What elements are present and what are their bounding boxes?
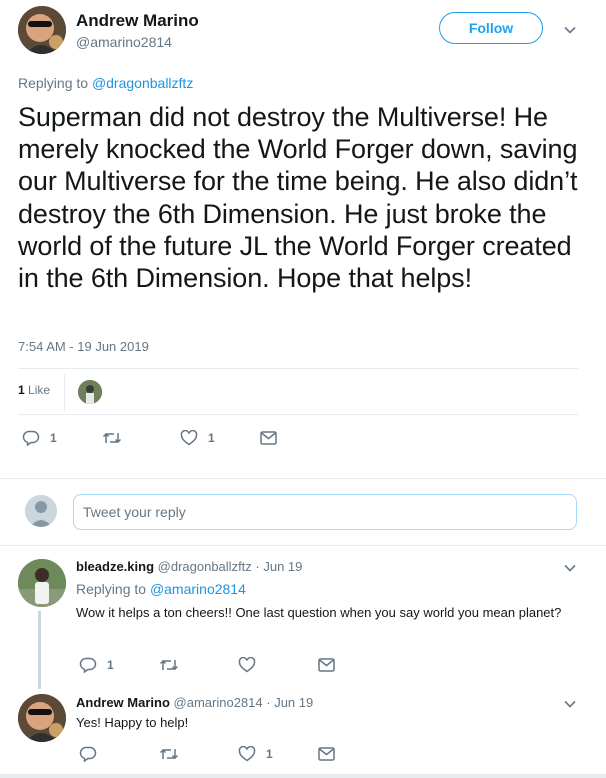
reply-text: Wow it helps a ton cheers!! One last que… bbox=[76, 605, 562, 620]
likes-stat[interactable]: 1 Like bbox=[18, 383, 50, 397]
reply-icon bbox=[79, 746, 97, 762]
reply-time[interactable]: · Jun 19 bbox=[255, 559, 302, 574]
retweet-icon bbox=[159, 748, 179, 760]
heart-icon bbox=[238, 746, 256, 762]
reply-header: Andrew Marino @amarino2814 · Jun 19 bbox=[76, 695, 313, 710]
reply-count: 1 bbox=[50, 431, 57, 445]
reply-avatar[interactable] bbox=[18, 694, 66, 742]
reply-count: 1 bbox=[107, 658, 114, 672]
replying-to-link[interactable]: @amarino2814 bbox=[150, 581, 246, 597]
chevron-down-icon[interactable] bbox=[563, 23, 577, 37]
current-user-avatar bbox=[25, 495, 57, 527]
reply-replying-to: Replying to @amarino2814 bbox=[76, 581, 246, 597]
author-handle[interactable]: @amarino2814 bbox=[76, 34, 172, 50]
tweet-text: Superman did not destroy the Multiverse!… bbox=[18, 102, 578, 294]
reply-icon bbox=[22, 430, 40, 446]
replying-to-link[interactable]: @dragonballzftz bbox=[92, 75, 193, 91]
tweet-timestamp[interactable]: 7:54 AM - 19 Jun 2019 bbox=[18, 339, 149, 354]
reply-header: bleadze.king @dragonballzftz · Jun 19 bbox=[76, 559, 302, 574]
replying-to-line: Replying to @dragonballzftz bbox=[18, 75, 193, 91]
reply-input[interactable]: Tweet your reply bbox=[73, 494, 577, 530]
reply-author-name[interactable]: bleadze.king bbox=[76, 559, 154, 574]
author-avatar-photo bbox=[18, 6, 66, 54]
replying-to-prefix: Replying to bbox=[18, 75, 89, 91]
reply-action[interactable] bbox=[79, 746, 97, 762]
divider bbox=[18, 368, 578, 369]
like-count: 1 bbox=[208, 431, 215, 445]
liker-avatar-photo bbox=[78, 380, 102, 404]
reply-time[interactable]: · Jun 19 bbox=[266, 695, 313, 710]
reply-avatar[interactable] bbox=[18, 559, 66, 607]
like-action[interactable] bbox=[238, 657, 256, 673]
reply-icon bbox=[79, 657, 97, 673]
envelope-icon bbox=[260, 431, 277, 445]
default-profile-icon bbox=[25, 495, 57, 527]
reply-action[interactable]: 1 bbox=[22, 430, 57, 446]
author-avatar[interactable] bbox=[18, 6, 66, 54]
message-action[interactable] bbox=[318, 747, 335, 761]
heart-icon bbox=[238, 657, 256, 673]
reply-author-handle[interactable]: @dragonballzftz bbox=[158, 559, 252, 574]
retweet-action[interactable] bbox=[159, 746, 179, 762]
section-separator bbox=[0, 774, 606, 778]
thread-line bbox=[38, 611, 41, 689]
reply-author-name[interactable]: Andrew Marino bbox=[76, 695, 170, 710]
likes-label: Like bbox=[28, 383, 51, 397]
reply-author-handle[interactable]: @amarino2814 bbox=[174, 695, 263, 710]
follow-button[interactable]: Follow bbox=[439, 12, 543, 44]
chevron-down-icon[interactable] bbox=[563, 561, 577, 575]
retweet-action[interactable] bbox=[102, 430, 122, 446]
divider bbox=[18, 414, 578, 415]
message-action[interactable] bbox=[318, 658, 335, 672]
author-name[interactable]: Andrew Marino bbox=[76, 11, 199, 31]
reply-avatar-photo bbox=[18, 559, 66, 607]
stat-separator bbox=[64, 374, 65, 412]
likes-count: 1 bbox=[18, 383, 25, 397]
retweet-icon bbox=[102, 432, 122, 444]
retweet-icon bbox=[159, 659, 179, 671]
reply-text: Yes! Happy to help! bbox=[76, 715, 189, 730]
liker-avatar[interactable] bbox=[78, 380, 102, 404]
reply-avatar-photo bbox=[18, 694, 66, 742]
like-action[interactable]: 1 bbox=[238, 746, 273, 762]
message-action[interactable] bbox=[260, 431, 277, 445]
reply-action[interactable]: 1 bbox=[79, 657, 114, 673]
like-action[interactable]: 1 bbox=[180, 430, 215, 446]
replying-to-prefix: Replying to bbox=[76, 581, 147, 597]
section-separator bbox=[0, 478, 606, 479]
section-separator bbox=[0, 545, 606, 546]
heart-icon bbox=[180, 430, 198, 446]
retweet-action[interactable] bbox=[159, 657, 179, 673]
envelope-icon bbox=[318, 747, 335, 761]
chevron-down-icon[interactable] bbox=[563, 697, 577, 711]
envelope-icon bbox=[318, 658, 335, 672]
like-count: 1 bbox=[266, 747, 273, 761]
